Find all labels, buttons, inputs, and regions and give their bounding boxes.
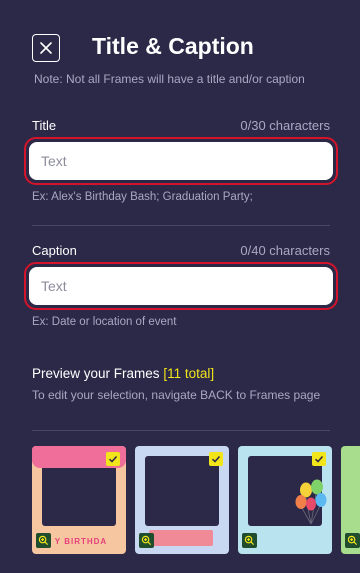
selected-check (106, 452, 120, 466)
frame-thumbnail-birthday[interactable]: Y BIRTHDA (32, 446, 126, 554)
frame-thumbnail-green[interactable] (341, 446, 360, 554)
divider (32, 430, 330, 431)
zoom-in-icon (38, 535, 49, 546)
frame-banner-text: Y BIRTHDA (54, 537, 108, 546)
selected-check (209, 452, 223, 466)
frame-photo-area (145, 456, 219, 526)
frames-carousel[interactable]: Y BIRTHDA (32, 446, 360, 554)
preview-subtitle: To edit your selection, navigate BACK to… (32, 388, 321, 402)
title-input-wrapper (24, 137, 338, 185)
title-input[interactable] (29, 142, 333, 180)
zoom-in-icon (141, 535, 152, 546)
caption-char-count: 0/40 characters (240, 243, 330, 258)
title-char-count: 0/30 characters (240, 118, 330, 133)
caption-input-wrapper (24, 262, 338, 310)
title-hint: Ex: Alex's Birthday Bash; Graduation Par… (32, 191, 253, 203)
close-button[interactable] (32, 34, 60, 62)
frame-thumbnail-confetti[interactable] (135, 446, 229, 554)
close-icon (40, 42, 52, 54)
page-title: Title & Caption (92, 33, 254, 59)
preview-title-text: Preview your Frames (32, 366, 160, 381)
zoom-button[interactable] (242, 533, 257, 548)
divider (32, 225, 330, 226)
page-note: Note: Not all Frames will have a title a… (34, 72, 305, 86)
checkmark-icon (314, 455, 324, 463)
frame-thumbnail-balloons[interactable] (238, 446, 332, 554)
zoom-button[interactable] (345, 533, 360, 548)
frame-total-count: [11 total] (163, 366, 215, 381)
checkmark-icon (108, 455, 118, 463)
checkmark-icon (211, 455, 221, 463)
caption-input[interactable] (29, 267, 333, 305)
zoom-in-icon (244, 535, 255, 546)
caption-label: Caption (32, 243, 77, 258)
selected-check (312, 452, 326, 466)
preview-title: Preview your Frames [11 total] (32, 366, 214, 381)
frame-caption-strip (149, 530, 213, 546)
caption-hint: Ex: Date or location of event (32, 316, 177, 328)
zoom-button[interactable] (36, 533, 51, 548)
zoom-in-icon (347, 535, 358, 546)
balloons-icon (295, 479, 327, 525)
zoom-button[interactable] (139, 533, 154, 548)
title-label: Title (32, 118, 57, 133)
header: Title & Caption Note: Not all Frames wil… (0, 0, 360, 110)
